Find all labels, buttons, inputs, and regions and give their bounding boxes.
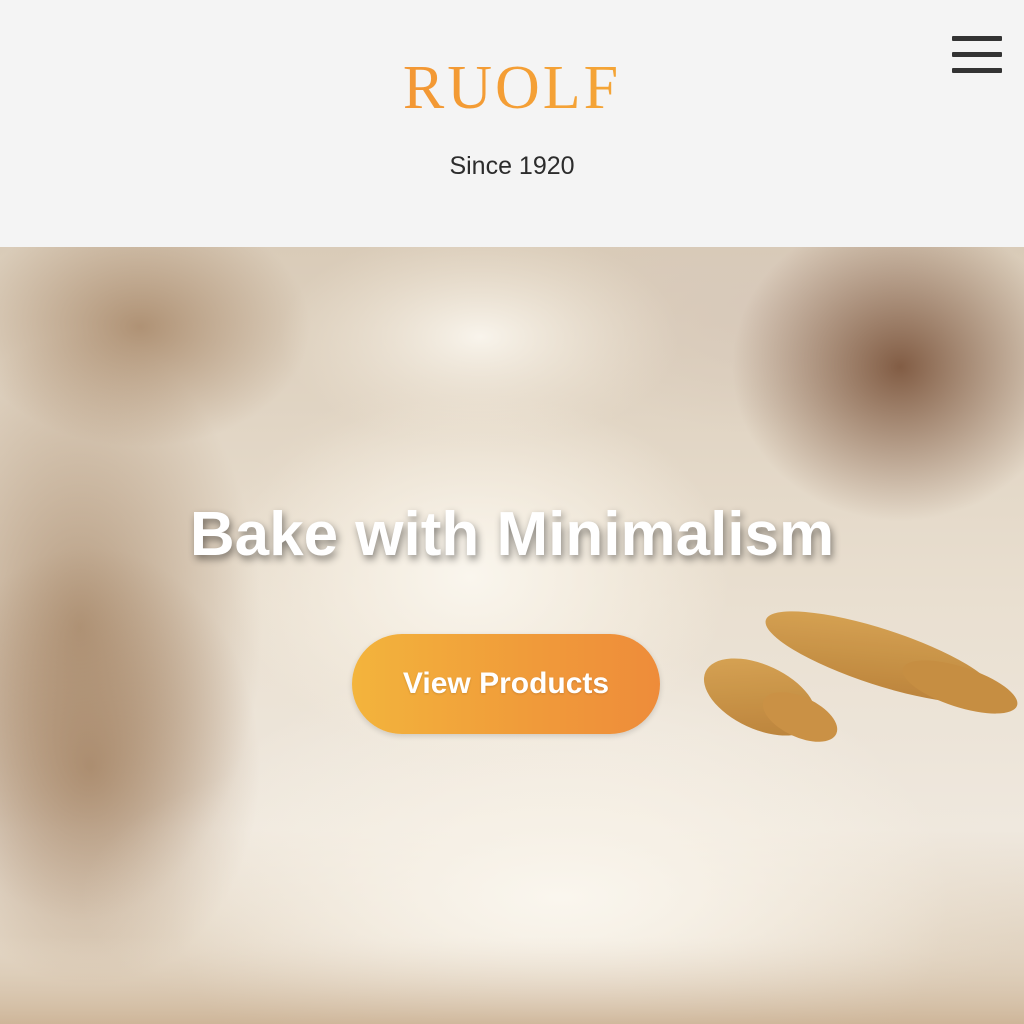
menu-bar (952, 36, 1002, 41)
hero-title: Bake with Minimalism (189, 500, 835, 569)
menu-bar (952, 68, 1002, 73)
landing-page: RUOLF Since 1920 Bake with Minimalism Vi… (0, 0, 1024, 1024)
hero-section: Bake with Minimalism View Products (0, 247, 1024, 1024)
menu-bar (952, 52, 1002, 57)
brand-tagline: Since 1920 (449, 152, 575, 180)
brand-logo[interactable]: RUOLF (0, 52, 1024, 124)
board-edge (0, 937, 1024, 1024)
site-header: RUOLF Since 1920 (0, 0, 1024, 247)
view-products-button[interactable]: View Products (352, 634, 660, 734)
hamburger-menu-icon[interactable] (946, 30, 1008, 82)
sack-shadow (0, 247, 310, 447)
